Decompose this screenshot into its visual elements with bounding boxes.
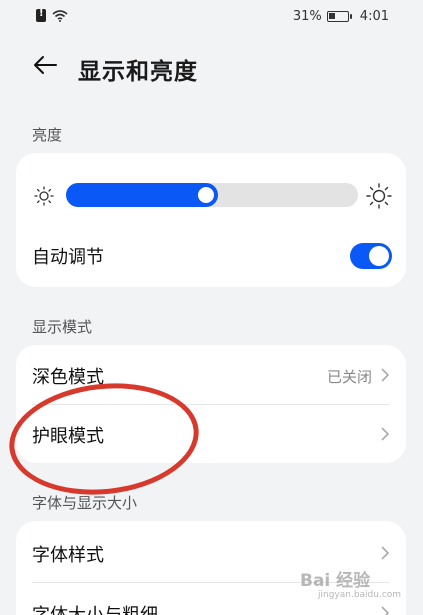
chevron-right-icon [381,427,390,441]
auto-brightness-label: 自动调节 [32,247,104,268]
clock: 4:01 [359,9,389,24]
wifi-icon [52,9,68,22]
watermark-logo: Bai 经验 [300,571,371,591]
brightness-high-icon [366,183,392,209]
auto-brightness-toggle[interactable] [350,243,392,269]
font-size-label: 字体大小与粗细 [32,601,158,615]
toggle-knob [369,246,389,266]
status-right: 31% 4:01 [293,9,389,24]
sim-alert-icon [36,8,46,22]
auto-brightness-row[interactable]: 自动调节 [16,225,406,285]
eye-comfort-row[interactable]: 护眼模式 [16,404,406,464]
dark-mode-label: 深色模式 [32,367,104,388]
brightness-slider[interactable] [66,183,358,207]
brightness-section-label: 亮度 [32,126,63,144]
dark-mode-value: 已关闭 [326,368,372,386]
brightness-card: 自动调节 [16,153,406,287]
watermark-url: jingyan.baidu.com [318,590,402,600]
font-display-section-label: 字体与显示大小 [32,494,138,512]
display-mode-section-label: 显示模式 [32,318,93,336]
battery-percent: 31% [292,9,322,24]
battery-icon [326,11,352,22]
chevron-right-icon [381,546,390,560]
brightness-slider-fill [66,183,218,207]
brightness-low-icon [34,186,54,206]
chevron-right-icon [381,606,390,615]
font-style-label: 字体样式 [32,545,104,566]
status-bar: 31% 4:01 [0,0,423,34]
header: 显示和亮度 [0,44,423,88]
chevron-right-icon [381,368,390,382]
page-title: 显示和亮度 [78,59,198,85]
brightness-slider-thumb[interactable] [198,187,214,203]
display-mode-card: 深色模式 已关闭 护眼模式 [16,345,406,463]
status-left [36,8,68,22]
back-arrow-icon[interactable] [32,52,58,78]
dark-mode-row[interactable]: 深色模式 已关闭 [16,345,406,405]
eye-comfort-label: 护眼模式 [32,426,104,447]
